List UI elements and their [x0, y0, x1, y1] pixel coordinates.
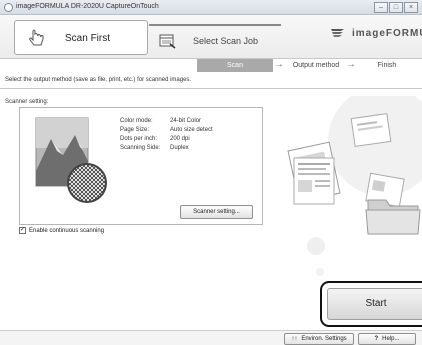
scanner-setting-panel: Color mode: 24-bit Color Page Size: Auto…	[19, 107, 263, 225]
scanner-setting-caption: Scanner setting:	[5, 99, 49, 105]
title-bar: imageFORMULA DR-2020U CaptureOnTouch – □…	[0, 0, 422, 15]
continuous-scanning-option[interactable]: ✓ Enable continuous scanning	[19, 227, 104, 234]
step-arrow-icon: →	[274, 59, 284, 70]
window-controls: – □ ×	[373, 2, 418, 13]
settings-icon: ↑↑	[291, 336, 298, 342]
setting-key: Color mode:	[120, 118, 153, 124]
checkbox-icon[interactable]: ✓	[19, 227, 26, 234]
scanner-setting-button[interactable]: Scanner setting...	[180, 205, 253, 219]
step-output-method: Output method	[292, 62, 340, 69]
scan-job-icon	[159, 34, 176, 49]
help-button[interactable]: ? Help...	[358, 333, 416, 345]
output-illustration	[287, 96, 422, 276]
start-highlight: Start	[320, 281, 422, 327]
tab-scan-first-label: Scan First	[65, 33, 111, 44]
scan-preview-image	[35, 117, 107, 203]
brand-name: imageFORMUL	[352, 27, 422, 39]
setting-row: Page Size: Auto size detect	[120, 126, 213, 135]
setting-key: Dots per inch:	[120, 136, 158, 142]
maximize-button[interactable]: □	[389, 2, 403, 13]
environment-settings-button[interactable]: ↑↑ Environ. Settings	[284, 333, 354, 345]
continuous-scanning-label: Enable continuous scanning	[29, 227, 105, 234]
setting-row: Dots per inch: 200 dpi	[120, 135, 213, 144]
setting-value: Duplex	[170, 145, 189, 151]
tab-select-scan-job-label: Select Scan Job	[193, 36, 259, 46]
step-indicator: Scan → Output method → Finish	[0, 59, 422, 73]
setting-value: 200 dpi	[170, 136, 190, 142]
setting-key: Scanning Side:	[120, 145, 161, 151]
setting-row: Color mode: 24-bit Color	[120, 117, 213, 126]
bottom-bar: ↑↑ Environ. Settings ? Help...	[0, 330, 422, 345]
start-button[interactable]: Start	[327, 288, 422, 320]
hand-pointer-icon	[29, 29, 44, 46]
help-icon: ?	[374, 336, 379, 342]
help-label: Help...	[382, 336, 400, 342]
close-button[interactable]: ×	[404, 2, 418, 13]
divider	[0, 88, 422, 89]
setting-key: Page Size:	[120, 127, 150, 133]
setting-value: 24-bit Color	[170, 118, 202, 124]
tab-select-scan-job[interactable]: Select Scan Job	[149, 24, 281, 55]
tab-scan-first[interactable]: Scan First	[14, 20, 148, 55]
mode-header: Scan First Select Scan Job imageFORMUL	[0, 15, 422, 59]
brand: imageFORMUL	[330, 26, 422, 40]
window-title: imageFORMULA DR-2020U CaptureOnTouch	[16, 3, 159, 10]
instruction-text: Select the output method (save as file, …	[5, 77, 192, 83]
setting-row: Scanning Side: Duplex	[120, 144, 213, 153]
minimize-button[interactable]: –	[374, 2, 388, 13]
logo-wings-icon	[331, 29, 344, 37]
step-finish: Finish	[377, 62, 397, 69]
step-scan: Scan	[197, 59, 273, 72]
scanner-setting-values: Color mode: 24-bit Color Page Size: Auto…	[120, 117, 213, 153]
environment-settings-label: Environ. Settings	[301, 336, 347, 342]
setting-value: Auto size detect	[170, 127, 213, 133]
step-arrow-icon: →	[346, 59, 356, 70]
app-icon	[4, 3, 13, 12]
